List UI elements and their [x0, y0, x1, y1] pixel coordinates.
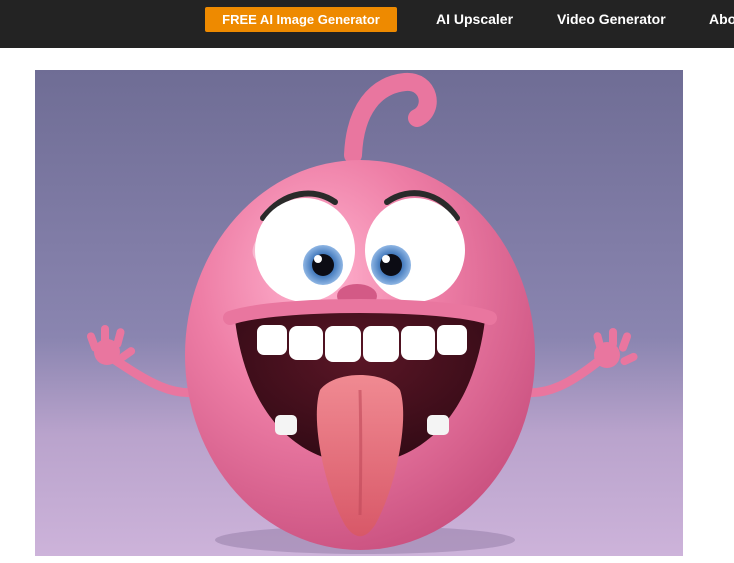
free-ai-image-generator-button[interactable]: FREE AI Image Generator — [205, 7, 397, 32]
top-navigation-bar: FREE AI Image Generator AI Upscaler Vide… — [0, 0, 734, 48]
nav-link-ai-upscaler[interactable]: AI Upscaler — [436, 11, 513, 27]
right-eye — [365, 198, 465, 302]
nav-link-video-generator[interactable]: Video Generator — [557, 11, 666, 27]
tongue-groove — [358, 389, 363, 516]
nav-link-about[interactable]: Abo — [709, 11, 734, 27]
cartoon-emoji-illustration — [35, 70, 683, 556]
hero-image — [35, 70, 683, 556]
left-eye — [255, 198, 355, 302]
